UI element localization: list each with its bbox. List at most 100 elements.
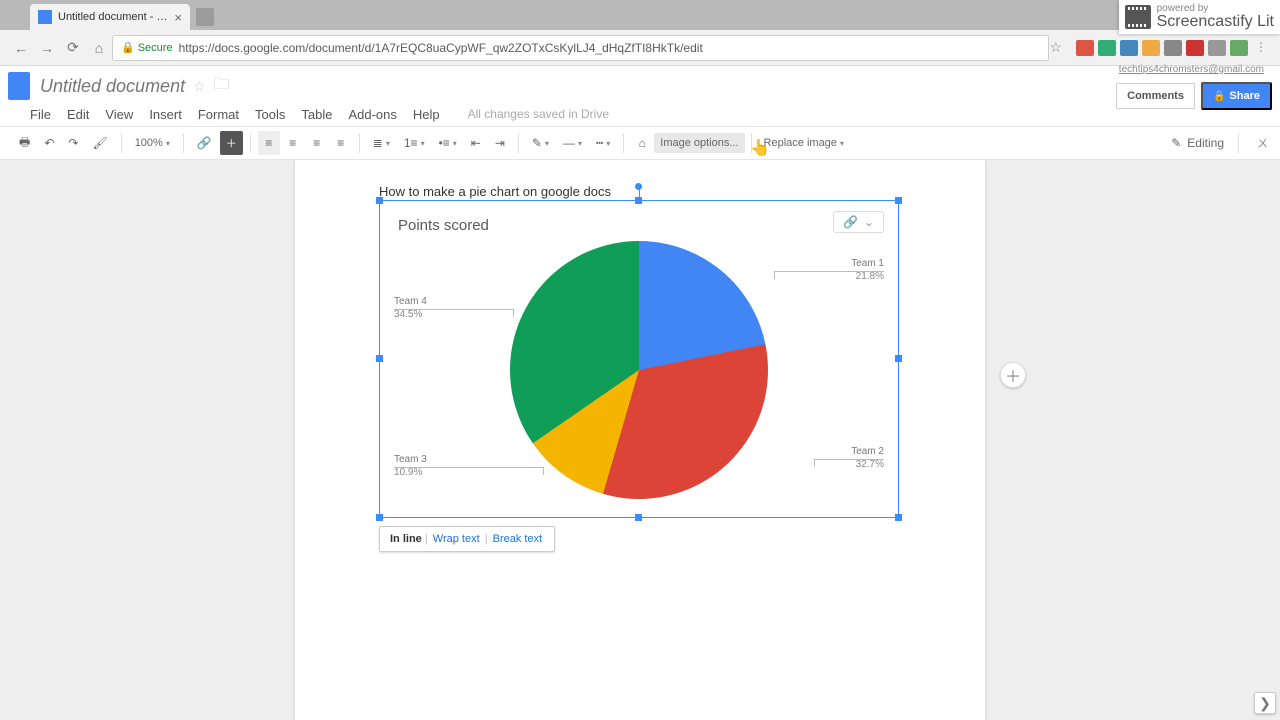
browser-tab-bar: Untitled document - Goo × <box>0 0 1280 30</box>
menu-edit[interactable]: Edit <box>67 107 89 122</box>
resize-handle[interactable] <box>635 197 642 204</box>
menu-file[interactable]: File <box>30 107 51 122</box>
ext-icon[interactable] <box>1098 40 1116 56</box>
zoom-dropdown[interactable]: 100% <box>129 131 176 155</box>
close-tab-icon[interactable]: × <box>174 10 182 25</box>
border-dash-button[interactable]: ┅ <box>590 131 616 155</box>
address-bar: ← → ⟳ ⌂ 🔒Secure https://docs.google.com/… <box>0 30 1280 66</box>
star-document-icon[interactable]: ☆ <box>193 78 206 95</box>
resize-handle[interactable] <box>376 197 383 204</box>
ext-icon[interactable] <box>1120 40 1138 56</box>
menu-table[interactable]: Table <box>301 107 332 122</box>
docs-favicon <box>38 10 52 24</box>
resize-handle[interactable] <box>635 514 642 521</box>
resize-handle[interactable] <box>895 514 902 521</box>
url-field[interactable]: 🔒Secure https://docs.google.com/document… <box>112 35 1049 61</box>
collapse-toolbar-button[interactable]: ㄨ <box>1257 135 1268 151</box>
google-docs-logo[interactable] <box>8 72 30 100</box>
account-email[interactable]: techtips4chromsters@gmail.com <box>1119 64 1264 75</box>
film-icon <box>1125 5 1151 29</box>
secure-badge: 🔒Secure <box>121 41 173 54</box>
redo-button[interactable]: ↷ <box>62 131 84 155</box>
crop-image-button[interactable]: ⌂ <box>631 131 653 155</box>
linked-chart-controls[interactable]: 🔗 ⌄ <box>833 211 884 233</box>
break-text-option[interactable]: Break text <box>493 533 543 545</box>
increase-indent-button[interactable]: ⇥ <box>489 131 511 155</box>
resize-handle[interactable] <box>376 355 383 362</box>
bookmark-star-icon[interactable]: ☆ <box>1049 39 1062 56</box>
editing-mode-button[interactable]: ✎Editing <box>1163 132 1232 154</box>
menu-help[interactable]: Help <box>413 107 440 122</box>
slice-label: Team 310.9% <box>394 453 427 479</box>
chevron-down-icon: ⌄ <box>864 215 874 229</box>
ext-icon[interactable] <box>1230 40 1248 56</box>
extension-icons: ⋮ <box>1074 40 1272 56</box>
ext-icon[interactable] <box>1076 40 1094 56</box>
new-tab-button[interactable] <box>196 8 214 26</box>
align-justify-button[interactable]: ≡ <box>330 131 352 155</box>
insert-comment-button[interactable]: ＋ <box>220 131 243 155</box>
resize-handle[interactable] <box>895 197 902 204</box>
back-button[interactable]: ← <box>12 40 30 56</box>
insert-link-button[interactable]: 🔗 <box>191 131 218 155</box>
border-color-button[interactable]: ✎ <box>526 131 555 155</box>
undo-button[interactable]: ↶ <box>38 131 60 155</box>
text-wrap-popup: In line | Wrap text | Break text <box>379 526 555 552</box>
wrap-text-option[interactable]: Wrap text <box>433 533 480 545</box>
link-icon: 🔗 <box>843 215 858 229</box>
slice-label: Team 434.5% <box>394 295 427 321</box>
menu-addons[interactable]: Add-ons <box>348 107 396 122</box>
home-button[interactable]: ⌂ <box>90 40 108 56</box>
image-options-button[interactable]: Image options... <box>654 133 744 153</box>
reload-button[interactable]: ⟳ <box>64 39 82 56</box>
ext-icon[interactable] <box>1186 40 1204 56</box>
print-button[interactable]: 🖶 <box>13 131 36 155</box>
slice-label: Team 121.8% <box>851 257 884 283</box>
toolbar: 🖶 ↶ ↷ 🖌 100% 🔗 ＋ ≡ ≡ ≡ ≡ ≣ 1≡ •≡ ⇤ ⇥ ✎ —… <box>0 126 1280 160</box>
menu-insert[interactable]: Insert <box>149 107 182 122</box>
ext-icon[interactable] <box>1164 40 1182 56</box>
slice-label: Team 232.7% <box>851 445 884 471</box>
lock-icon: 🔒 <box>1213 91 1225 102</box>
decrease-indent-button[interactable]: ⇤ <box>465 131 487 155</box>
selected-chart-object[interactable]: Points scored 🔗 ⌄ Team 121.8% Team 232.7… <box>379 200 899 518</box>
comments-button[interactable]: Comments <box>1116 83 1195 109</box>
menu-bar: File Edit View Insert Format Tools Table… <box>0 102 1280 126</box>
bulleted-list-button[interactable]: •≡ <box>433 131 463 155</box>
document-canvas: How to make a pie chart on google docs P… <box>0 160 1280 720</box>
pencil-icon: ✎ <box>1171 136 1181 150</box>
line-spacing-button[interactable]: ≣ <box>367 131 396 155</box>
browser-menu-icon[interactable]: ⋮ <box>1252 40 1270 56</box>
screencastify-controls-button[interactable]: ❯ <box>1254 692 1276 714</box>
resize-handle[interactable] <box>895 355 902 362</box>
wrap-inline-option[interactable]: In line <box>390 533 422 545</box>
lock-icon: 🔒 <box>121 41 135 54</box>
body-paragraph[interactable]: How to make a pie chart on google docs <box>379 184 611 199</box>
menu-tools[interactable]: Tools <box>255 107 285 122</box>
document-page: How to make a pie chart on google docs P… <box>295 160 985 720</box>
move-folder-icon[interactable]: 🗀 <box>214 73 230 100</box>
align-right-button[interactable]: ≡ <box>306 131 328 155</box>
replace-image-button[interactable]: Replace image <box>758 133 850 153</box>
align-center-button[interactable]: ≡ <box>282 131 304 155</box>
ext-icon[interactable] <box>1208 40 1226 56</box>
browser-tab[interactable]: Untitled document - Goo × <box>30 4 190 30</box>
document-title[interactable]: Untitled document <box>40 76 185 97</box>
menu-view[interactable]: View <box>105 107 133 122</box>
border-weight-button[interactable]: — <box>557 131 588 155</box>
chart-title: Points scored <box>398 217 489 234</box>
ext-icon[interactable] <box>1142 40 1160 56</box>
numbered-list-button[interactable]: 1≡ <box>398 131 431 155</box>
menu-format[interactable]: Format <box>198 107 239 122</box>
share-button[interactable]: 🔒Share <box>1201 82 1272 110</box>
url-text: https://docs.google.com/document/d/1A7rE… <box>179 41 703 55</box>
screencastify-watermark: powered byScreencastify Lit <box>1119 0 1280 34</box>
align-left-button[interactable]: ≡ <box>258 131 280 155</box>
docs-title-bar: Untitled document ☆ 🗀 <box>0 66 1280 102</box>
resize-handle[interactable] <box>376 514 383 521</box>
add-comment-side-button[interactable]: ＋ <box>1000 362 1026 388</box>
paint-format-button[interactable]: 🖌 <box>86 131 113 155</box>
forward-button[interactable]: → <box>38 40 56 56</box>
save-status: All changes saved in Drive <box>468 107 609 121</box>
pie-chart <box>510 241 768 499</box>
